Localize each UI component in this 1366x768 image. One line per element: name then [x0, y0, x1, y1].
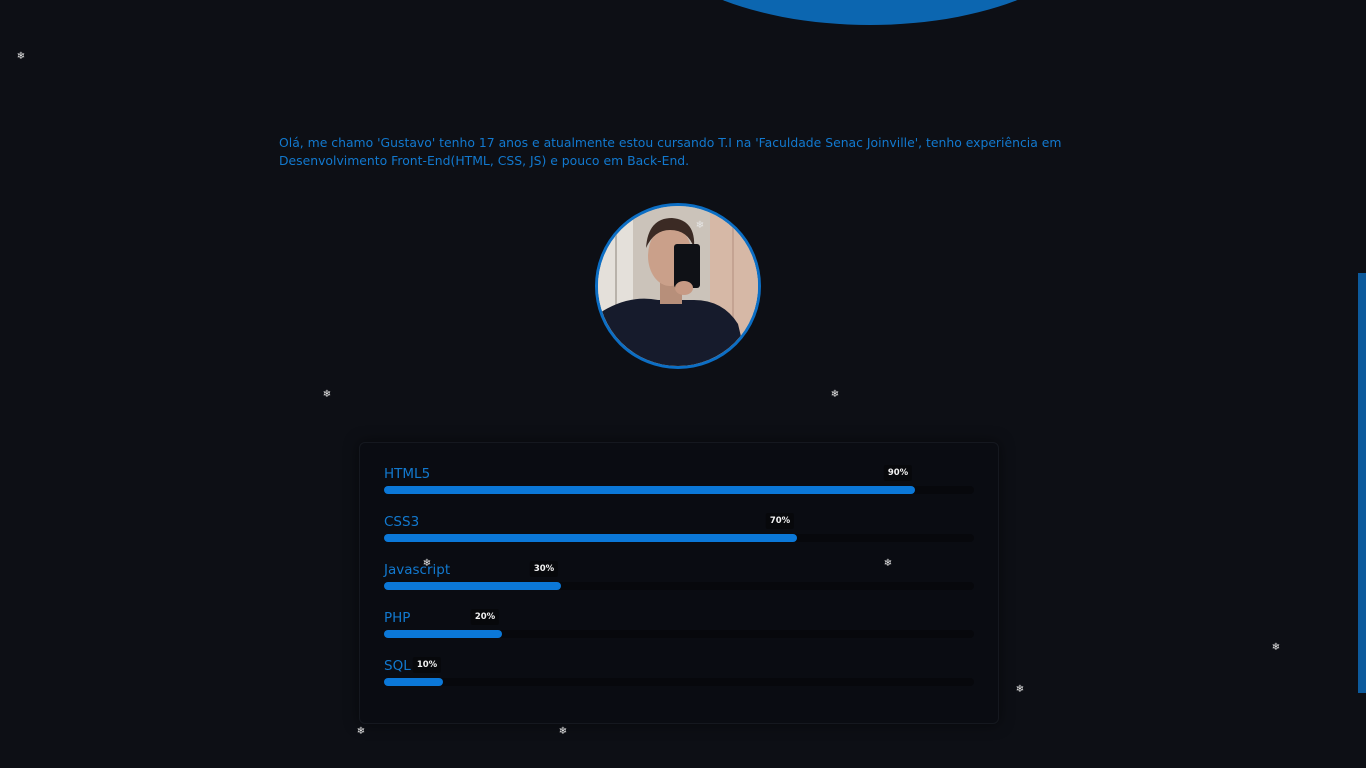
snowflake-icon: ❄ [883, 558, 893, 569]
skill-progress-track [384, 582, 974, 590]
skill-name: HTML5 [384, 466, 431, 482]
skill-progress-track [384, 534, 974, 542]
skill-name: PHP [384, 610, 411, 626]
skill-progress-fill [384, 630, 502, 638]
skill-progress-track [384, 678, 974, 686]
page: Olá, me chamo 'Gustavo' tenho 17 anos e … [0, 0, 1366, 768]
skill-php: PHP 20% [384, 609, 974, 639]
snowflake-icon: ❄ [422, 558, 432, 569]
snowflake-icon: ❄ [16, 51, 26, 62]
skills-card: HTML5 90% CSS3 70% Javascript 30% PHP 20… [359, 442, 999, 724]
snowflake-icon: ❄ [322, 389, 332, 400]
skill-progress-fill [384, 486, 915, 494]
snowflake-icon: ❄ [558, 726, 568, 737]
skill-percent-badge: 30% [529, 561, 559, 577]
intro-text: Olá, me chamo 'Gustavo' tenho 17 anos e … [279, 135, 1062, 168]
snowflake-icon: ❄ [356, 726, 366, 737]
skill-html5: HTML5 90% [384, 465, 974, 495]
skill-name: CSS3 [384, 514, 420, 530]
snowflake-icon: ❄ [1015, 684, 1025, 695]
top-wave-decoration [640, 0, 1100, 25]
skill-percent-badge: 20% [470, 609, 500, 625]
snowflake-icon: ❄ [830, 389, 840, 400]
skill-name: SQL [384, 658, 411, 674]
profile-avatar [595, 203, 761, 369]
skill-progress-fill [384, 534, 797, 542]
skill-progress-fill [384, 582, 561, 590]
skill-progress-fill [384, 678, 443, 686]
skill-css3: CSS3 70% [384, 513, 974, 543]
snowflake-icon: ❄ [695, 220, 705, 231]
skill-percent-badge: 10% [412, 657, 442, 673]
scrollbar-thumb[interactable] [1358, 273, 1366, 693]
skill-name: Javascript [384, 562, 451, 578]
profile-photo [598, 206, 758, 366]
skill-sql: SQL 10% [384, 657, 974, 687]
snowflake-icon: ❄ [1271, 642, 1281, 653]
skill-progress-track [384, 630, 974, 638]
skill-percent-badge: 90% [883, 465, 913, 481]
skill-progress-track [384, 486, 974, 494]
skill-percent-badge: 70% [765, 513, 795, 529]
scrollbar-track[interactable] [1358, 0, 1366, 768]
